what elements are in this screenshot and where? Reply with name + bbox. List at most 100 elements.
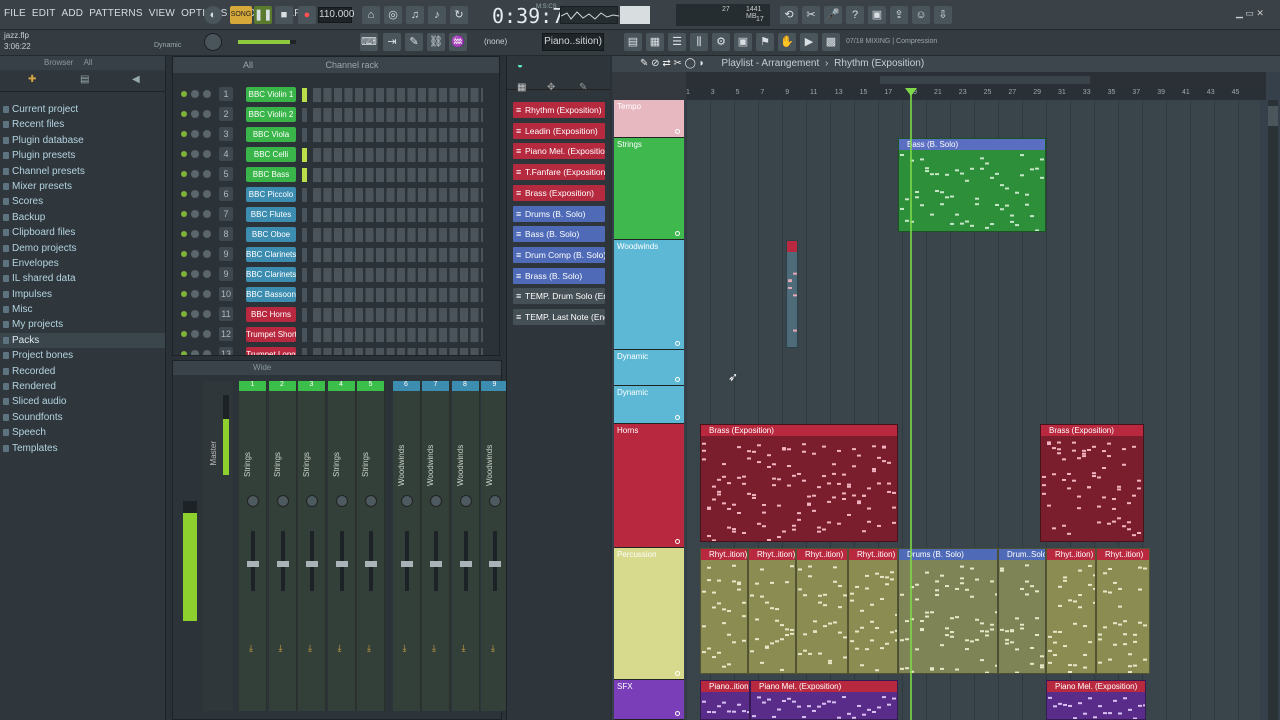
channel-volume-knob[interactable] [203, 210, 211, 218]
insert-fader-handle[interactable] [306, 561, 318, 567]
insert-number[interactable]: 5 [357, 381, 384, 391]
channel-volume-knob[interactable] [203, 90, 211, 98]
mixer-insert-strip[interactable]: 3 Strings ⤓ [298, 381, 326, 711]
channel-name-button[interactable]: BBC Bassoon [246, 287, 296, 302]
pattern-split-icon[interactable]: ✥ [547, 82, 555, 93]
pattern-clip[interactable]: Brass (Exposition) [700, 424, 898, 542]
channel-name-button[interactable]: Trumpet Long [246, 347, 296, 355]
channel-mute-led[interactable] [181, 351, 187, 355]
pattern-clip[interactable]: Rhyt..ition) [796, 548, 848, 674]
pattern-clip[interactable]: Bass (B. Solo) [898, 138, 1046, 232]
channel-volume-knob[interactable] [203, 330, 211, 338]
step-sequencer[interactable] [313, 88, 483, 102]
channel-pan-knob[interactable] [191, 190, 199, 198]
channel-name-button[interactable]: BBC Clarinets #2 [246, 267, 296, 282]
link-arrow-icon[interactable]: ⤓ [367, 643, 371, 654]
pattern-view-icon[interactable]: ▦ [517, 82, 526, 93]
browser-item[interactable]: Misc [0, 302, 165, 317]
blend-notes-icon[interactable]: ♪ [428, 6, 446, 24]
pattern-item[interactable]: Brass (B. Solo) [513, 267, 605, 284]
insert-number[interactable]: 2 [268, 381, 296, 391]
channel-mixer-target[interactable]: 2 [219, 107, 233, 121]
pattern-item[interactable]: Leadin (Exposition) [513, 122, 605, 139]
track-header[interactable]: Percussion [614, 548, 684, 680]
playlist-icon[interactable]: ▤ [624, 33, 642, 51]
track-led-icon[interactable] [675, 539, 680, 544]
channel-name-button[interactable]: BBC Violin 1 [246, 87, 296, 102]
channel-mixer-target[interactable]: 10 [219, 287, 233, 301]
channel-rack-icon[interactable]: ☰ [668, 33, 686, 51]
track-led-icon[interactable] [675, 129, 680, 134]
track-led-icon[interactable] [675, 415, 680, 420]
piano-icon[interactable]: ♒ [449, 33, 467, 51]
channel-name-button[interactable]: BBC Horns [246, 307, 296, 322]
mixer-insert-strip[interactable]: 2 Strings ⤓ [268, 381, 297, 711]
arrow-icon[interactable]: ◀ [132, 74, 140, 85]
channel-mute-led[interactable] [181, 311, 187, 317]
browser-item[interactable]: Clipboard files [0, 225, 165, 240]
channel-mute-led[interactable] [181, 111, 187, 117]
channel-mute-led[interactable] [181, 91, 187, 97]
channel-pan-knob[interactable] [191, 310, 199, 318]
metronome-icon[interactable]: ⌂ [362, 6, 380, 24]
channel-pan-knob[interactable] [191, 170, 199, 178]
mixer-insert-strip[interactable]: 5 Strings ⤓ [357, 381, 385, 711]
channel-mute-led[interactable] [181, 131, 187, 137]
video-icon[interactable]: ▶ [800, 33, 818, 51]
channel-mute-led[interactable] [181, 171, 187, 177]
link-arrow-icon[interactable]: ⤓ [491, 643, 495, 654]
step-sequencer[interactable] [313, 348, 483, 355]
insert-number[interactable]: 9 [481, 381, 508, 391]
channel-mixer-target[interactable]: 13 [219, 347, 233, 355]
wait-input-icon[interactable]: ◎ [384, 6, 402, 24]
browser-filter[interactable]: All [84, 58, 93, 67]
channel-mixer-target[interactable]: 11 [219, 307, 233, 321]
link-arrow-icon[interactable]: ⤓ [432, 643, 436, 654]
link-arrow-icon[interactable]: ⤓ [462, 643, 466, 654]
record-mode-icon[interactable]: ◐ [204, 6, 222, 24]
collapse-icon[interactable]: ✚ [28, 74, 36, 85]
insert-fader-handle[interactable] [247, 561, 259, 567]
step-sequencer[interactable] [313, 128, 483, 142]
master-volume-slider[interactable] [238, 40, 296, 44]
insert-fader-handle[interactable] [400, 561, 413, 567]
pattern-item[interactable]: Bass (B. Solo) [513, 226, 605, 243]
browser-item[interactable]: Recorded [0, 364, 165, 379]
channel-volume-knob[interactable] [203, 270, 211, 278]
snap-icon[interactable]: ◒ [517, 60, 523, 71]
pattern-clip[interactable]: Drums (B. Solo) [898, 548, 998, 674]
channel-mixer-target[interactable]: 6 [219, 187, 233, 201]
channel-mute-led[interactable] [181, 331, 187, 337]
playhead[interactable] [910, 94, 912, 720]
channel-pan-knob[interactable] [191, 90, 199, 98]
browser-item[interactable]: Envelopes [0, 256, 165, 271]
channel-pan-knob[interactable] [191, 210, 199, 218]
browser-item[interactable]: Rendered [0, 379, 165, 394]
browser-item[interactable]: Packs [0, 332, 165, 349]
pattern-item[interactable]: Drum Comp (B. Solo) [513, 246, 605, 263]
channel-select-indicator[interactable] [302, 208, 307, 222]
menu-add[interactable]: ADD [62, 8, 84, 19]
menu-edit[interactable]: EDIT [32, 8, 56, 19]
mixer-insert-strip[interactable]: 7 Woodwinds ⤓ [422, 381, 450, 711]
channel-mixer-target[interactable]: 8 [219, 227, 233, 241]
insert-pan-knob[interactable] [459, 495, 472, 507]
track-led-icon[interactable] [675, 377, 680, 382]
channel-volume-knob[interactable] [203, 250, 211, 258]
channel-name-button[interactable]: BBC Celli [246, 147, 296, 162]
playhead-marker-icon[interactable] [905, 88, 917, 96]
channel-name-button[interactable]: Trumpet Short [246, 327, 296, 342]
step-sequencer[interactable] [313, 308, 483, 322]
insert-pan-knob[interactable] [400, 495, 413, 507]
channel-pan-knob[interactable] [191, 230, 199, 238]
scroll-thumb[interactable] [1268, 106, 1278, 126]
mixer-icon[interactable]: ⫼ [690, 33, 708, 51]
channel-filter[interactable]: All [243, 60, 253, 70]
link-icon[interactable]: ⛓ [427, 33, 445, 51]
channel-select-indicator[interactable] [302, 308, 307, 322]
channel-mixer-target[interactable]: 9 [219, 267, 233, 281]
browser-item[interactable]: Recent files [0, 117, 165, 132]
insert-fader-handle[interactable] [459, 561, 472, 567]
insert-pan-knob[interactable] [430, 495, 442, 507]
browser-item[interactable]: Channel presets [0, 164, 165, 179]
